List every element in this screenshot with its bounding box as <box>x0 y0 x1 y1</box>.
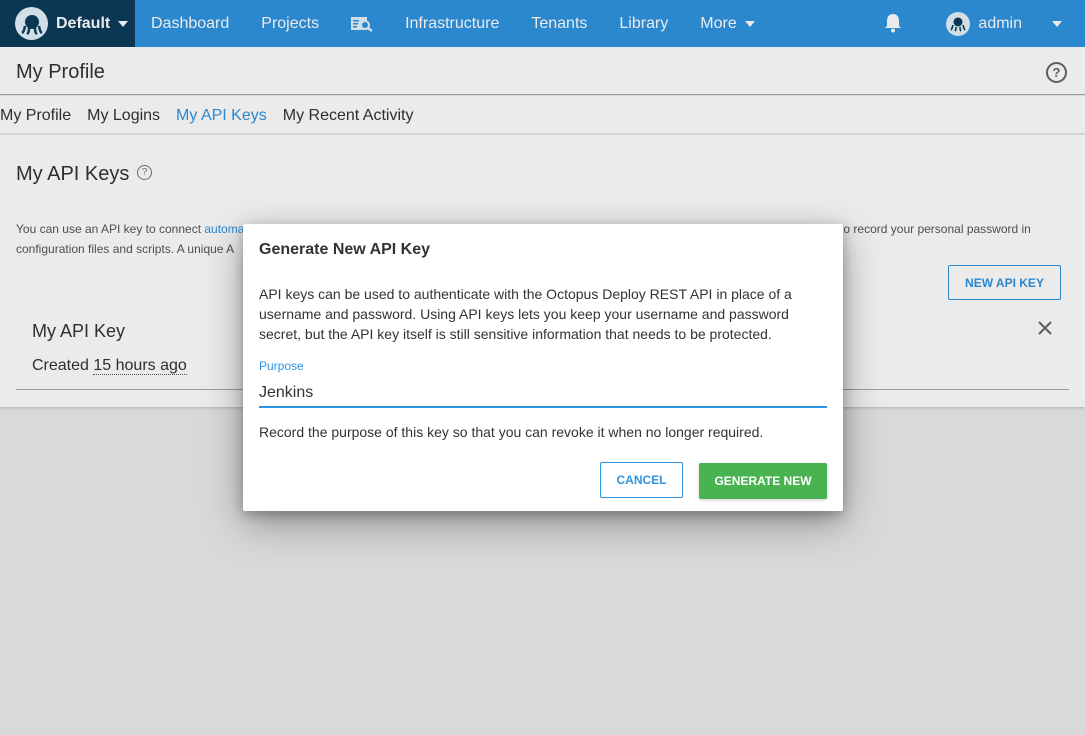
dialog-description: API keys can be used to authenticate wit… <box>259 286 792 342</box>
generate-new-button[interactable]: GENERATE NEW <box>699 463 827 499</box>
generate-api-key-dialog: Generate New API Key API keys can be use… <box>243 224 843 511</box>
purpose-hint: Record the purpose of this key so that y… <box>259 424 764 440</box>
purpose-label: Purpose <box>259 359 304 373</box>
purpose-input[interactable] <box>259 380 827 408</box>
cancel-button[interactable]: CANCEL <box>600 462 683 498</box>
dialog-title: Generate New API Key <box>259 241 431 258</box>
